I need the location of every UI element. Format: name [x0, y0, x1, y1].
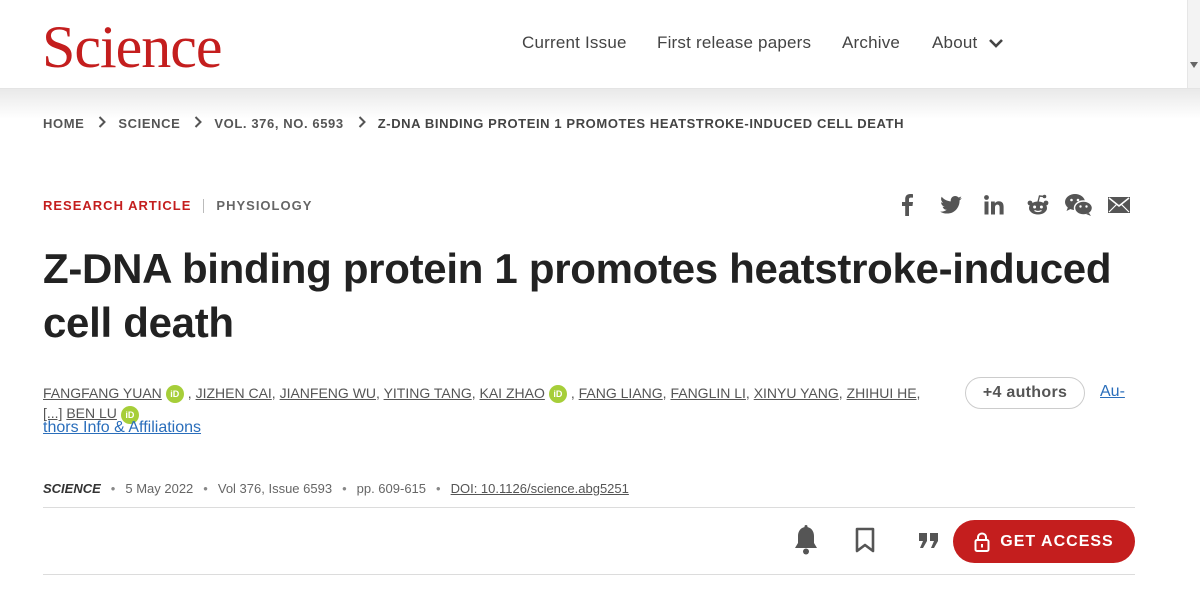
meta-separator: •	[203, 481, 208, 496]
email-icon[interactable]	[1106, 192, 1132, 218]
nav-archive[interactable]: Archive	[842, 33, 900, 53]
author-list: FANGFANG YUAN iD, JIZHEN CAI, JIANFENG WU…	[43, 383, 943, 424]
wechat-icon[interactable]	[1064, 192, 1094, 218]
linkedin-icon[interactable]	[981, 192, 1007, 218]
twitter-icon[interactable]	[938, 192, 964, 218]
breadcrumb-volume[interactable]: VOL. 376, NO. 6593	[214, 116, 343, 131]
cite-quote-icon[interactable]	[914, 524, 944, 556]
author-link[interactable]: FANGFANG YUAN	[43, 385, 162, 401]
journal-name: SCIENCE	[43, 481, 101, 496]
article-meta: SCIENCE • 5 May 2022 • Vol 376, Issue 65…	[43, 481, 629, 496]
author-link[interactable]: FANGLIN LI	[670, 385, 745, 401]
breadcrumb-current: Z-DNA BINDING PROTEIN 1 PROMOTES HEATSTR…	[377, 116, 905, 131]
chevron-right-icon	[98, 116, 107, 131]
author-link[interactable]: XINYU YANG	[754, 385, 839, 401]
author-link[interactable]: FANG LIANG	[579, 385, 663, 401]
author-link[interactable]: YITING TANG	[384, 385, 472, 401]
chevron-right-icon	[358, 116, 366, 131]
author-link[interactable]: JIANFENG WU	[280, 385, 376, 401]
author-link[interactable]: JIZHEN CAI	[196, 385, 272, 401]
meta-separator: •	[342, 481, 347, 496]
article-type: RESEARCH ARTICLE	[43, 198, 192, 213]
meta-separator: •	[436, 481, 441, 496]
bookmark-icon[interactable]	[850, 524, 880, 556]
author-link[interactable]: ZHIHUI HE	[847, 385, 917, 401]
doi-link[interactable]: DOI: 10.1126/science.abg5251	[451, 481, 629, 496]
nav-current-issue[interactable]: Current Issue	[522, 33, 627, 53]
header-shadow-band	[0, 89, 1200, 119]
orcid-icon[interactable]: iD	[165, 385, 184, 404]
science-logo[interactable]: Science	[42, 12, 223, 82]
nav-first-release[interactable]: First release papers	[657, 33, 811, 53]
meta-separator: •	[110, 481, 116, 496]
publication-date: 5 May 2022	[125, 481, 194, 496]
author-link[interactable]: KAI ZHAO	[480, 385, 545, 401]
breadcrumb-science[interactable]: SCIENCE	[118, 116, 180, 131]
scrollbar[interactable]	[1187, 0, 1200, 88]
breadcrumb-home[interactable]: HOME	[43, 116, 84, 131]
divider	[43, 507, 1135, 508]
authors-affiliations-link-cont[interactable]: thors Info & Affiliations	[43, 419, 201, 437]
scroll-down-arrow-icon[interactable]	[1190, 62, 1198, 68]
get-access-button[interactable]: GET ACCESS	[953, 520, 1135, 563]
orcid-icon[interactable]: iD	[548, 385, 567, 404]
breadcrumb: HOME SCIENCE VOL. 376, NO. 6593 Z-DNA BI…	[43, 116, 904, 131]
lock-icon	[974, 531, 990, 552]
facebook-icon[interactable]	[894, 192, 920, 218]
page-range: pp. 609-615	[356, 481, 427, 496]
article-title: Z-DNA binding protein 1 promotes heatstr…	[43, 245, 1112, 346]
chevron-right-icon	[194, 116, 203, 131]
volume-issue[interactable]: Vol 376, Issue 6593	[218, 481, 332, 496]
chevron-down-icon	[988, 34, 1004, 54]
authors-affiliations-link[interactable]: Au-	[1100, 383, 1125, 401]
article-subject[interactable]: PHYSIOLOGY	[216, 198, 312, 213]
nav-about-label: About	[932, 33, 978, 52]
get-access-label: GET ACCESS	[1000, 532, 1114, 550]
nav-about[interactable]: About	[932, 33, 1004, 54]
kicker-divider	[203, 198, 205, 213]
divider	[43, 574, 1135, 575]
site-header: Science Current Issue First release pape…	[0, 0, 1200, 89]
reddit-icon[interactable]	[1025, 192, 1051, 218]
bell-icon[interactable]	[791, 524, 821, 556]
article-kicker: RESEARCH ARTICLE PHYSIOLOGY	[43, 198, 312, 213]
more-authors-button[interactable]: +4 authors	[965, 377, 1085, 409]
